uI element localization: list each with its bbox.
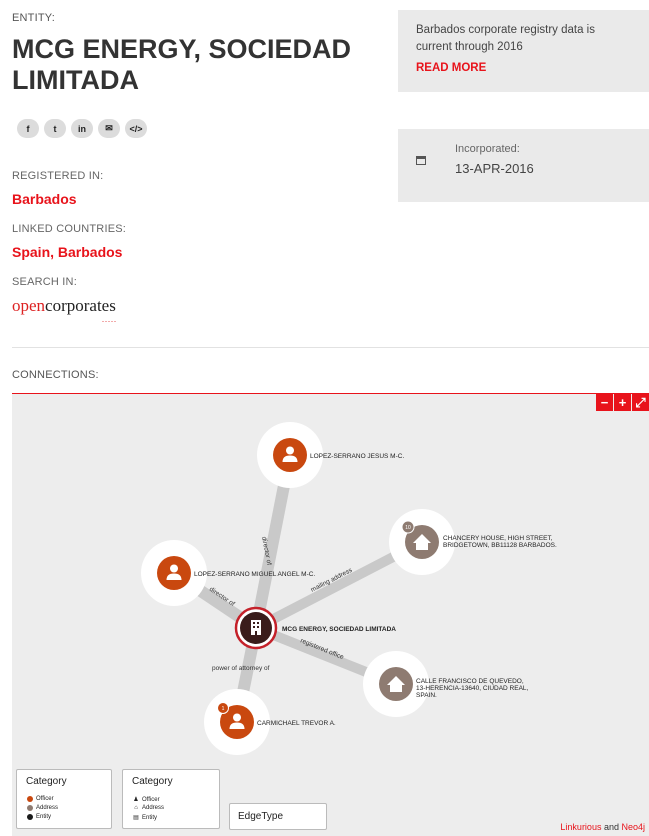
- zoom-in-button[interactable]: +: [614, 394, 631, 411]
- home-icon: ⌂: [134, 805, 138, 811]
- node-label-officer-3: CARMICHAEL TREVOR A.: [257, 720, 336, 727]
- registered-in-label: REGISTERED IN:: [12, 170, 104, 182]
- node-halos: [141, 422, 455, 755]
- node-label-address-1-line-2: BRIDGETOWN, BB11128 BARBADOS.: [443, 542, 557, 549]
- node-label-officer-1: LOPEZ-SERRANO JESUS M-C.: [310, 453, 404, 460]
- legend-item-label: Entity: [36, 814, 52, 820]
- facebook-icon[interactable]: f: [17, 119, 39, 138]
- section-divider: [12, 347, 649, 348]
- linked-countries-value[interactable]: Spain, Barbados: [12, 244, 122, 260]
- legend-item-address: ⌂ Address: [133, 805, 164, 811]
- opencorporates-link[interactable]: opencorporates .....: [12, 296, 116, 324]
- email-icon[interactable]: ✉: [98, 119, 120, 138]
- registry-notice: Barbados corporate registry data is curr…: [398, 10, 649, 92]
- registry-notice-text: Barbados corporate registry data is curr…: [416, 24, 595, 53]
- legend-category-colors: Category Officer Address Entity: [16, 769, 112, 829]
- officer-dot-icon: [27, 796, 33, 802]
- linkedin-icon[interactable]: in: [71, 119, 93, 138]
- connections-label: CONNECTIONS:: [12, 369, 99, 381]
- graph-node-officer-1[interactable]: LOPEZ-SERRANO JESUS M-C.: [273, 438, 404, 472]
- opencorporates-open-text: open: [12, 296, 46, 315]
- graph-node-officer-2[interactable]: LOPEZ-SERRANO MIGUEL ANGEL M-C.: [157, 556, 315, 590]
- fullscreen-button[interactable]: ⤢: [632, 394, 649, 411]
- entity-label: ENTITY:: [12, 12, 55, 24]
- search-in-label: SEARCH IN:: [12, 276, 77, 288]
- person-icon: ♟: [133, 797, 139, 803]
- legend-item-label: Entity: [142, 814, 158, 821]
- embed-icon[interactable]: </>: [125, 119, 147, 138]
- legend-edge-type: EdgeType: [229, 803, 327, 830]
- legend-item-entity: Entity: [27, 814, 51, 820]
- registered-in-value[interactable]: Barbados: [12, 191, 77, 207]
- node-badge-address-1: 10: [405, 525, 411, 531]
- node-label-address-2-line-2: 13-HERENCIA-13640, CIUDAD REAL,: [416, 685, 529, 692]
- credit-and-text: and: [601, 822, 622, 832]
- address-dot-icon: [27, 805, 33, 811]
- graph-node-officer-3[interactable]: 1 CARMICHAEL TREVOR A.: [217, 702, 336, 740]
- node-label-address-2-line-1: CALLE FRANCISCO DE QUEVEDO,: [416, 678, 524, 685]
- building-icon: ▤: [133, 815, 139, 821]
- graph-node-address-2[interactable]: CALLE FRANCISCO DE QUEVEDO, 13-HERENCIA-…: [379, 667, 529, 701]
- legend-item-entity: ▤ Entity: [133, 814, 158, 822]
- incorporated-box: Incorporated: 13-APR-2016: [398, 129, 649, 202]
- graph-node-entity-center[interactable]: MCG ENERGY, SOCIEDAD LIMITADA: [234, 606, 396, 650]
- calendar-icon: [416, 156, 426, 165]
- legend-category-icons: Category ♟ Officer ⌂ Address ▤ Entity: [122, 769, 220, 829]
- entity-dot-icon: [27, 814, 33, 820]
- opencorporates-dots: .....: [102, 315, 117, 324]
- legend-title: Category: [26, 776, 67, 787]
- node-badge-officer-3: 1: [222, 706, 225, 712]
- twitter-icon[interactable]: t: [44, 119, 66, 138]
- legend-item-label: Officer: [142, 796, 160, 803]
- incorporated-date: 13-APR-2016: [455, 161, 534, 176]
- legend-item-label: Officer: [36, 796, 54, 802]
- opencorporates-rest-text: corporates: [45, 296, 116, 315]
- social-share-bar: f t in ✉ </>: [17, 119, 147, 138]
- legend-item-officer: Officer: [27, 796, 54, 802]
- graph-node-address-1[interactable]: 10 CHANCERY HOUSE, HIGH STREET, BRIDGETO…: [401, 520, 557, 559]
- node-label-address-1-line-1: CHANCERY HOUSE, HIGH STREET,: [443, 535, 553, 542]
- legend-title: Category: [132, 776, 173, 787]
- legend-item-officer: ♟ Officer: [133, 796, 160, 804]
- legend-item-label: Address: [36, 805, 59, 811]
- legend-title: EdgeType: [238, 811, 284, 822]
- linked-countries-label: LINKED COUNTRIES:: [12, 223, 127, 235]
- incorporated-label: Incorporated:: [455, 143, 520, 155]
- zoom-out-button[interactable]: −: [596, 394, 613, 411]
- neo4j-link[interactable]: Neo4j: [621, 822, 645, 832]
- connections-graph[interactable]: director of director of mailing address …: [12, 393, 649, 836]
- zoom-controls: − + ⤢: [596, 394, 649, 411]
- read-more-link[interactable]: READ MORE: [416, 62, 632, 74]
- linkurious-link[interactable]: Linkurious: [560, 822, 601, 832]
- node-label-address-2-line-3: SPAIN.: [416, 692, 437, 699]
- node-label-officer-2: LOPEZ-SERRANO MIGUEL ANGEL M-C.: [194, 571, 315, 578]
- edge-label-power: power of attorney of: [212, 665, 270, 672]
- legend-item-address: Address: [27, 805, 58, 811]
- page-title: MCG ENERGY, SOCIEDAD LIMITADA: [12, 34, 352, 95]
- building-icon: [251, 620, 261, 635]
- node-label-entity-center: MCG ENERGY, SOCIEDAD LIMITADA: [282, 626, 396, 633]
- legend-item-label: Address: [142, 805, 165, 811]
- graph-credit: Linkurious and Neo4j: [560, 822, 645, 832]
